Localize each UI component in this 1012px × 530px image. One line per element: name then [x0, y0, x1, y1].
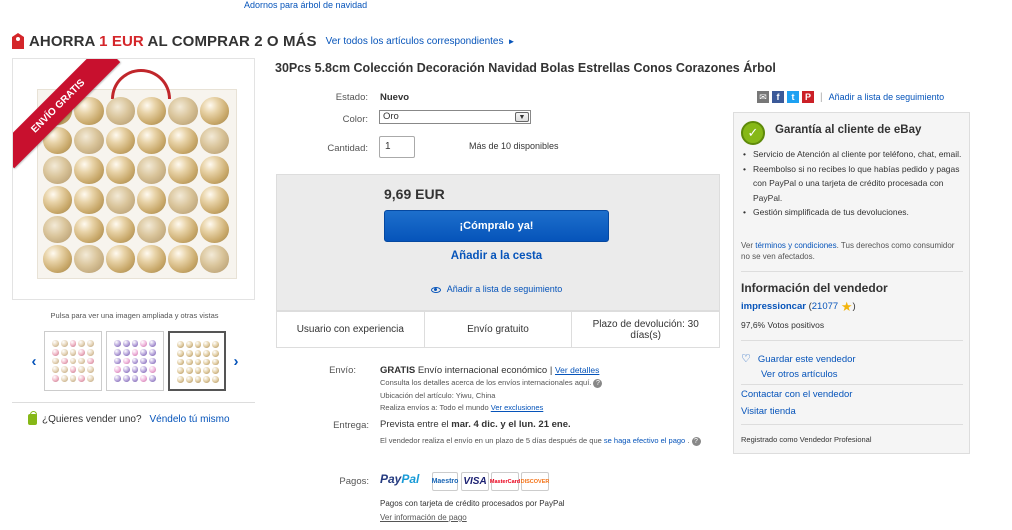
sell-link[interactable]: Véndelo tú mismo [150, 414, 230, 425]
feature-strip: Usuario con experiencia Envío gratuito P… [276, 311, 720, 348]
divider [741, 271, 963, 272]
other-items-link[interactable]: Ver otros artículos [761, 369, 838, 380]
thumbnail-3-selected[interactable] [168, 331, 226, 391]
divider [741, 424, 963, 425]
delivery-note: El vendedor realiza el envío en un plazo… [380, 434, 720, 448]
shooting-star-icon: ★ [840, 299, 853, 314]
maestro-card-icon: Maestro [432, 472, 458, 491]
visit-store-link[interactable]: Visitar tienda [741, 406, 796, 417]
available-count: Más de 10 disponibles [469, 141, 559, 151]
add-to-watchlist-link[interactable]: Añadir a lista de seguimiento [384, 284, 609, 294]
envio-label: Envío: [329, 365, 356, 376]
item-location: Ubicación del artículo: Yiwu, China [380, 391, 496, 400]
facebook-icon[interactable]: f [772, 91, 784, 103]
visa-card-icon: VISA [461, 472, 489, 491]
share-row: ✉ f t P | Añadir a lista de seguimiento [757, 91, 944, 103]
payment-info-link[interactable]: Ver información de pago [380, 513, 467, 522]
estado-value: Nuevo [380, 92, 410, 103]
save-seller-link[interactable]: ♡ Guardar este vendedor [741, 352, 856, 365]
chevron-right-icon[interactable]: › [230, 353, 242, 370]
dropdown-arrow-icon[interactable]: ▼ [515, 112, 529, 122]
promo-text: AHORRA 1 EUR AL COMPRAR 2 O MÁS [29, 32, 317, 50]
ebay-guarantee-icon: ✓ [741, 121, 765, 145]
pagos-label: Pagos: [339, 476, 369, 487]
seller-feedback-score[interactable]: 21077 [812, 301, 838, 312]
shipping-consult: Consulta los detalles acerca de los enví… [380, 378, 603, 388]
image-hint: Pulsa para ver una imagen ampliada y otr… [50, 311, 219, 320]
thumbnail-2[interactable] [106, 331, 164, 391]
shipping-details-link[interactable]: Ver detalles [555, 365, 599, 375]
estado-label: Estado: [335, 92, 368, 103]
delivery-estimate: Prevista entre el mar. 4 dic. y el lun. … [380, 419, 571, 430]
help-icon[interactable]: ? [593, 379, 603, 388]
cantidad-label: Cantidad: [327, 143, 368, 154]
feature-free-shipping: Envío gratuito [425, 312, 573, 347]
add-to-cart-link[interactable]: Añadir a la cesta [384, 250, 609, 262]
guarantee-title: Garantía al cliente de eBay [775, 124, 922, 136]
divider [741, 384, 963, 385]
terms-link[interactable]: términos y condiciones [755, 241, 836, 250]
seller-info-title: Información del vendedor [741, 281, 888, 295]
payment-note: Pagos con tarjeta de crédito procesados … [380, 499, 565, 508]
exclusions-link[interactable]: Ver exclusiones [491, 403, 544, 412]
mastercard-icon: MasterCard [490, 472, 520, 491]
seller-name-link[interactable]: impressioncar [741, 301, 806, 312]
registered-seller: Registrado como Vendedor Profesional [741, 435, 872, 444]
pinterest-icon[interactable]: P [802, 91, 814, 103]
feature-experienced-seller: Usuario con experiencia [277, 312, 425, 347]
seller-name-row: impressioncar (21077 ★) [741, 299, 856, 314]
thumbnail-1[interactable] [44, 331, 102, 391]
product-main-image[interactable]: ENVÍO GRATIS [12, 58, 255, 300]
chevron-left-icon[interactable]: ‹ [28, 353, 40, 370]
twitter-icon[interactable]: t [787, 91, 799, 103]
help-icon[interactable]: ? [691, 437, 701, 446]
ornament-balls [43, 97, 229, 273]
product-title: 30Pcs 5.8cm Colección Decoración Navidad… [275, 61, 776, 75]
arrow-right-icon: ► [507, 36, 516, 46]
divider [741, 340, 963, 341]
color-label: Color: [342, 114, 368, 125]
divider [12, 402, 255, 403]
discover-card-icon: DISCOVER [521, 472, 549, 491]
guarantee-bullet: Servicio de Atención al cliente por telé… [741, 147, 963, 162]
shopping-bag-icon [28, 411, 37, 425]
paypal-logo: PayPal [380, 472, 420, 486]
mail-icon[interactable]: ✉ [757, 91, 769, 103]
feature-returns: Plazo de devolución: 30 días(s) [592, 318, 699, 341]
price-tag-icon [12, 33, 24, 49]
guarantee-bullets: Servicio de Atención al cliente por telé… [741, 147, 963, 220]
breadcrumb[interactable]: Adornos para árbol de navidad [244, 0, 367, 10]
guarantee-note: Ver términos y condiciones. Tus derechos… [741, 241, 955, 261]
promo-link[interactable]: Ver todos los artículos correspondientes… [326, 36, 516, 47]
watchlist-link[interactable]: Añadir a lista de seguimiento [829, 92, 945, 102]
guarantee-bullet: Reembolso si no recibes lo que habías pe… [741, 162, 963, 206]
ships-to: Realiza envíos a: Todo el mundo Ver excl… [380, 403, 544, 412]
sell-one-row: ¿Quieres vender uno? Véndelo tú mismo [28, 411, 230, 425]
eye-icon [430, 286, 441, 293]
price: 9,69 EUR [384, 186, 445, 202]
positive-feedback: 97,6% Votos positivos [741, 320, 825, 330]
heart-icon: ♡ [741, 353, 751, 365]
ribbon-handle [111, 69, 171, 99]
guarantee-bullet: Gestión simplificada de tus devoluciones… [741, 205, 963, 220]
sell-question: ¿Quieres vender uno? [42, 414, 142, 425]
promo-banner: AHORRA 1 EUR AL COMPRAR 2 O MÁS Ver todo… [12, 30, 515, 52]
buy-now-button[interactable]: ¡Cómpralo ya! [384, 210, 609, 242]
thumbnail-strip: ‹ › [28, 331, 242, 391]
shipping-method: GRATIS Envío internacional económico | V… [380, 365, 600, 376]
separator: | [820, 91, 823, 103]
contact-seller-link[interactable]: Contactar con el vendedor [741, 389, 852, 400]
color-select[interactable]: Oro ▼ [379, 110, 531, 124]
payment-effective-link[interactable]: se haga efectivo el pago [604, 436, 685, 445]
entrega-label: Entrega: [333, 420, 369, 431]
quantity-input[interactable]: 1 [379, 136, 415, 158]
